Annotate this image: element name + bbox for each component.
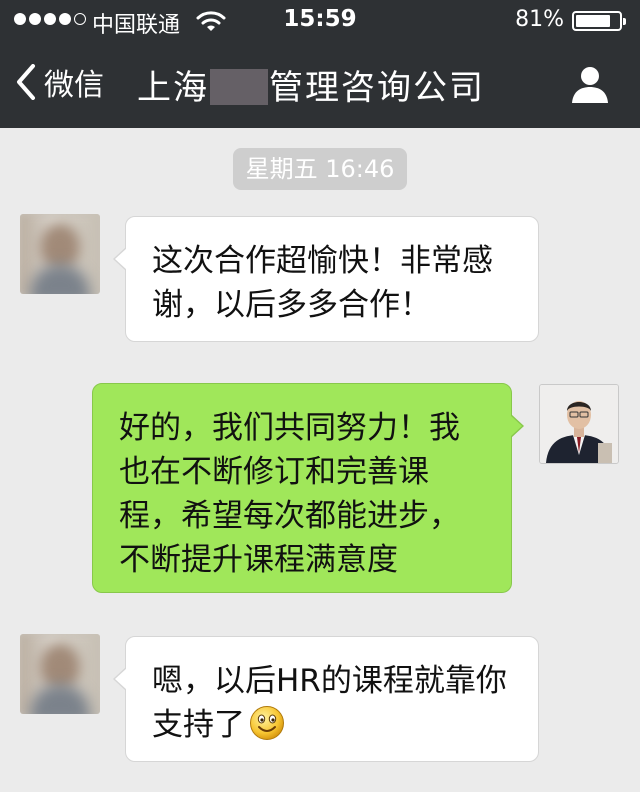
my-avatar[interactable] — [539, 384, 619, 464]
message-bubble-incoming[interactable]: 嗯，以后HR的课程就靠你支持了 — [113, 636, 539, 762]
chat-title-suffix: 管理咨询公司 — [269, 68, 485, 108]
contact-avatar[interactable] — [20, 214, 100, 294]
person-icon[interactable] — [570, 64, 610, 104]
battery-fill — [576, 15, 610, 27]
chat-title-prefix: 上海 — [137, 68, 209, 108]
smile-emoji-icon — [250, 706, 284, 740]
chat-title: 上海 管理咨询公司 — [137, 60, 485, 109]
navigation-bar: 微信 上海 管理咨询公司 — [0, 40, 640, 128]
redaction-block — [210, 69, 268, 105]
message-text: 嗯，以后HR的课程就靠你支持了 — [152, 663, 507, 743]
battery-percent: 81% — [515, 7, 564, 32]
header: 中国联通 15:59 81% 微信 上海 管理咨询公司 — [0, 0, 640, 128]
message-bubble-outgoing[interactable]: 好的，我们共同努力！我也在不断修订和完善课程，希望每次都能进步，不断提升课程满意… — [92, 383, 524, 593]
contact-avatar[interactable] — [20, 634, 100, 714]
message-text: 这次合作超愉快！非常感谢，以后多多合作！ — [152, 243, 493, 323]
back-button[interactable]: 微信 — [16, 62, 104, 103]
chat-timestamp: 星期五 16:46 — [233, 148, 407, 190]
status-bar: 中国联通 15:59 81% — [0, 0, 640, 40]
message-bubble-incoming[interactable]: 这次合作超愉快！非常感谢，以后多多合作！ — [113, 216, 539, 342]
chevron-left-icon — [17, 64, 35, 100]
battery-icon — [572, 11, 626, 31]
message-text: 好的，我们共同努力！我也在不断修订和完善课程，希望每次都能进步，不断提升课程满意… — [119, 410, 460, 578]
user-photo — [540, 385, 618, 463]
back-label: 微信 — [44, 68, 104, 103]
